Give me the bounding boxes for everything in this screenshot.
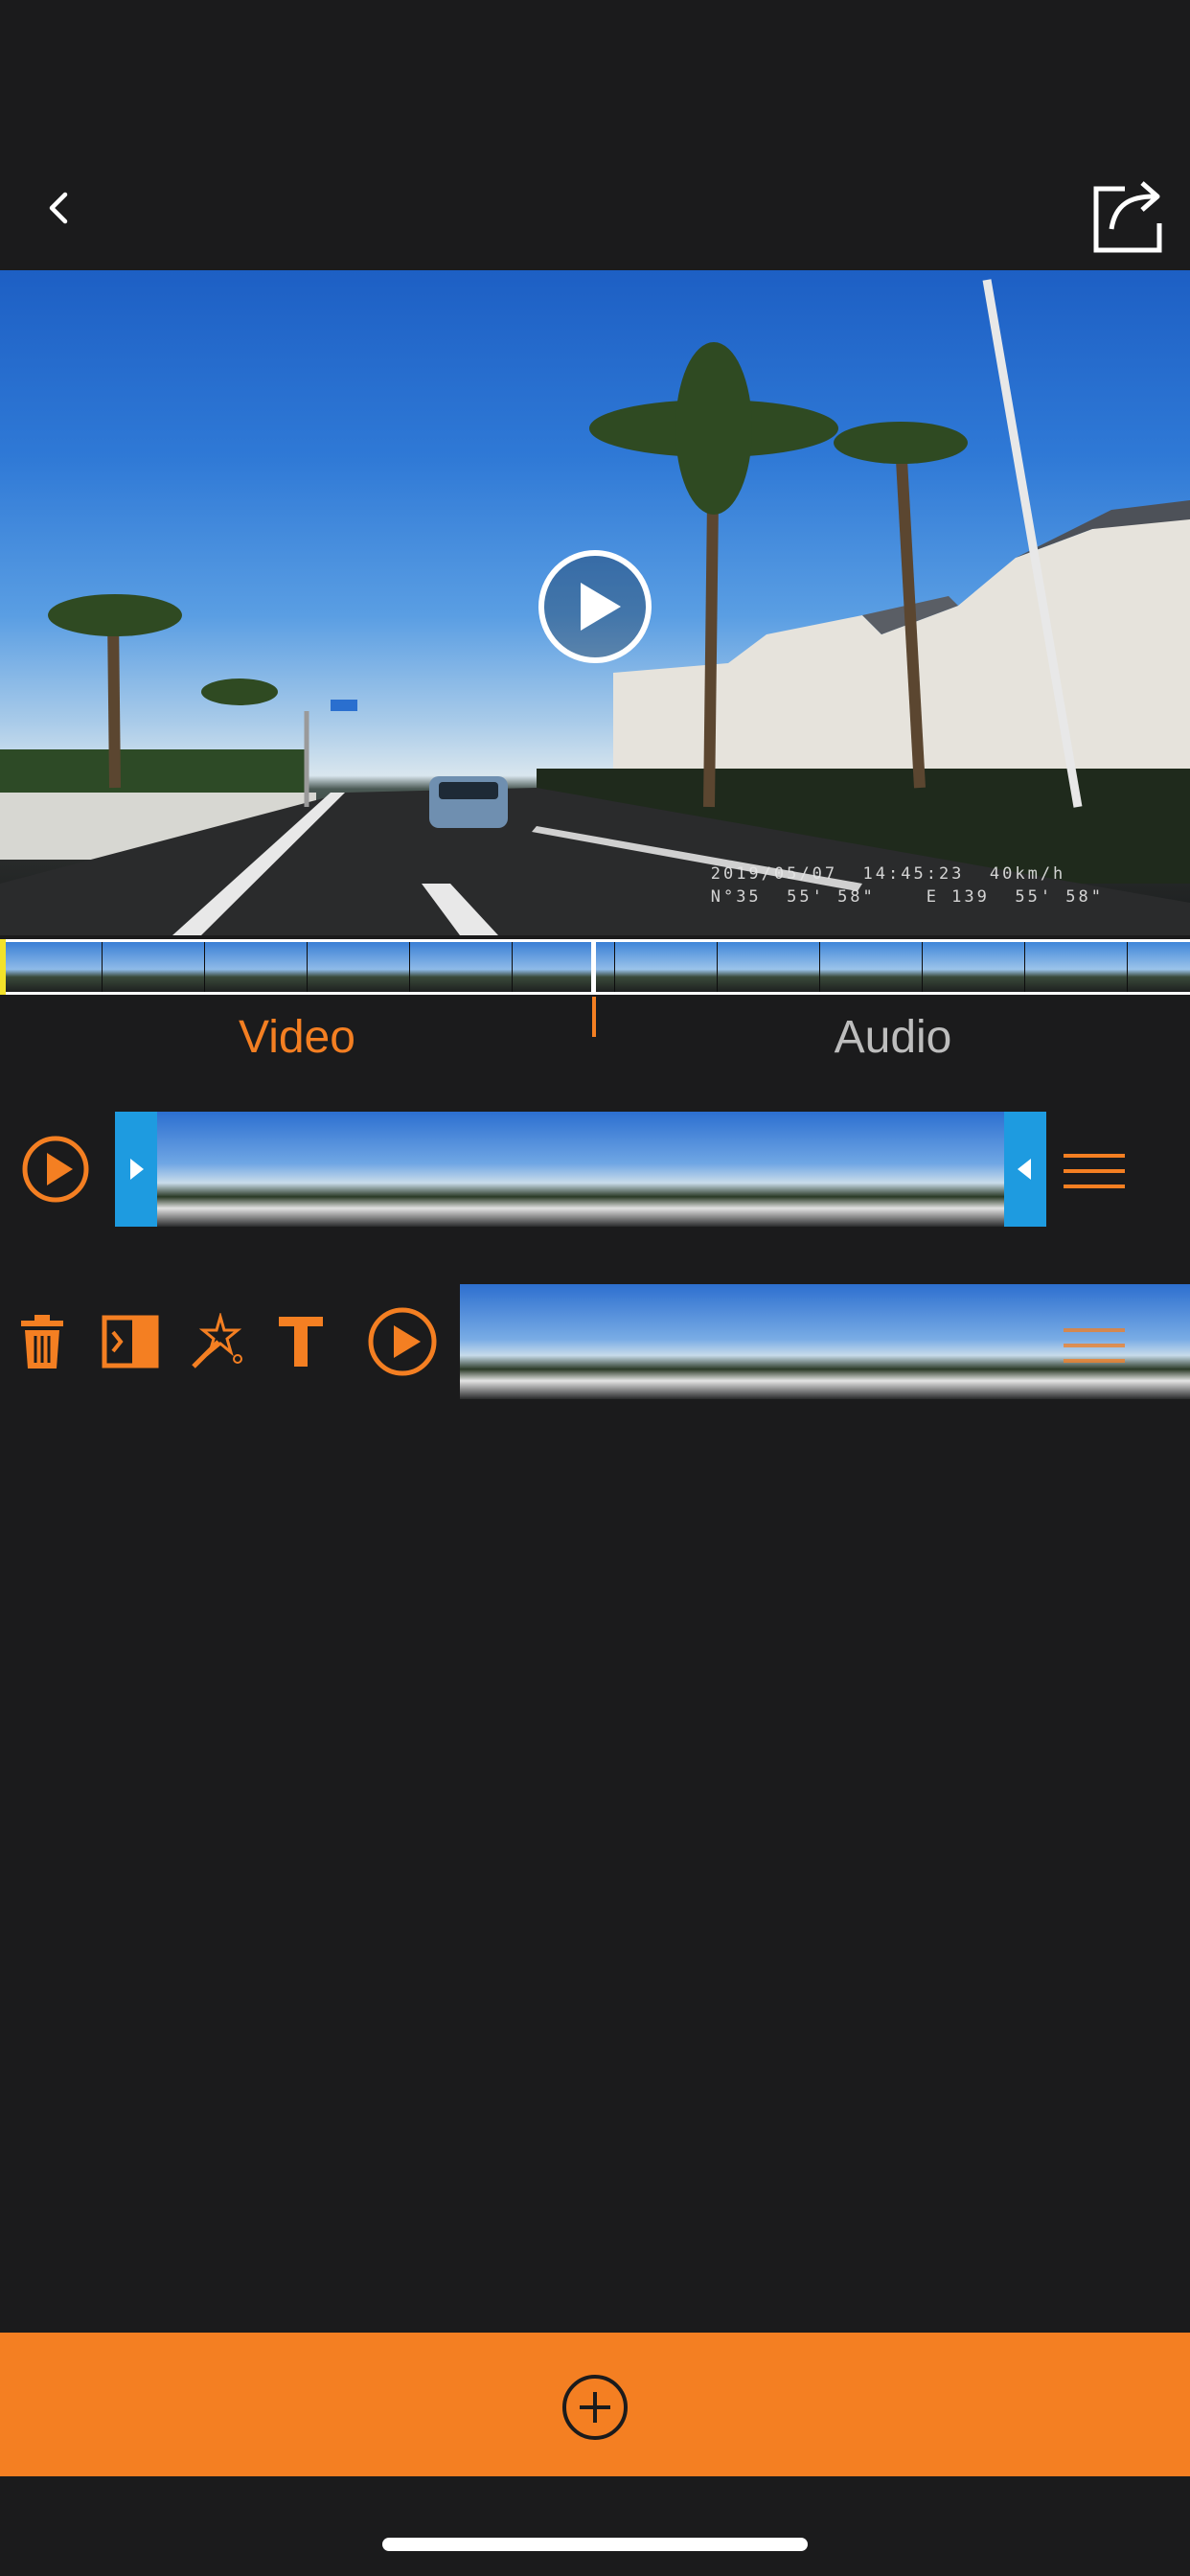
filmstrip-thumbnail [1025,942,1127,992]
filmstrip-thumbnail [308,942,409,992]
filmstrip-thumbnail [615,942,717,992]
play-circle-icon [22,1136,89,1203]
filmstrip-thumbnail [1128,942,1190,992]
osd-datetime: 2019/05/07 14:45:23 40km/h [710,864,1066,884]
filmstrip-thumbnail [923,942,1024,992]
tab-video[interactable]: Video [0,997,594,1077]
filmstrip-thumbnail [0,942,102,992]
filmstrip-thumbnail [103,942,204,992]
menu-lines-icon [1064,1154,1125,1188]
clip-thumbnail [319,1112,523,1227]
clip-thumbnail [727,1112,931,1227]
clip-boundary-marker [591,939,596,995]
clip-thumbnail [864,1284,1066,1399]
share-icon [1093,181,1162,253]
trim-handle-end[interactable] [1004,1112,1046,1227]
play-circle-icon [538,550,652,663]
text-icon [279,1317,323,1367]
video-clip[interactable] [115,1112,1046,1227]
filmstrip-thumbnail [513,942,614,992]
trim-handle-start[interactable] [115,1112,157,1227]
preview-clip-button[interactable] [362,1307,443,1376]
arrow-left-icon [1018,1159,1031,1180]
filmstrip-thumbnail [410,942,512,992]
clip-thumbnail [523,1112,727,1227]
trash-icon [21,1315,63,1368]
dashcam-overlay: 2019/05/07 14:45:23 40km/h N°35 55' 58" … [711,862,1104,908]
clip-thumbnail [662,1284,864,1399]
clip-play-button[interactable] [21,1135,90,1204]
add-clip-button[interactable] [560,2372,630,2443]
arrow-right-icon [130,1159,144,1180]
share-button[interactable] [1083,168,1175,260]
filmstrip-thumbnail [718,942,819,992]
playhead-start-marker [0,939,6,995]
chevron-left-icon [49,192,68,224]
text-button[interactable] [270,1307,332,1376]
split-icon [102,1315,159,1368]
back-button[interactable] [29,177,90,239]
magic-wand-icon [192,1313,242,1368]
osd-coordinates: N°35 55' 58" E 139 55' 58" [710,887,1104,907]
preview-play-button[interactable] [537,548,653,665]
home-indicator[interactable] [382,2538,808,2551]
filmstrip-thumbnail [820,942,922,992]
clip-reorder-handle[interactable] [1062,1324,1127,1367]
effects-button[interactable] [186,1307,247,1376]
filmstrip-thumbnail [205,942,307,992]
split-button[interactable] [100,1307,161,1376]
clip-thumbnail [460,1284,662,1399]
delete-button[interactable] [11,1307,73,1376]
plus-circle-icon [562,2375,628,2440]
menu-lines-icon [1064,1328,1125,1363]
tab-audio[interactable]: Audio [596,997,1190,1077]
clip-reorder-handle[interactable] [1062,1150,1127,1192]
play-circle-icon [368,1307,437,1376]
